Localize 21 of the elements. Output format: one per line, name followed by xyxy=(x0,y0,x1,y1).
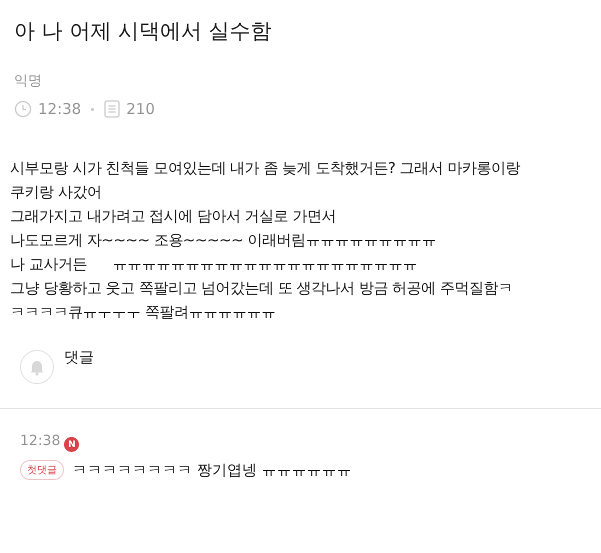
post-text-line: ㅋㅋㅋㅋ큐ㅠㅜㅜㅜ 쪽팔려ㅠㅠㅠㅠㅠㅠ xyxy=(10,302,276,323)
comment-text: ㅋㅋㅋㅋㅋㅋㅋㅋ 짱기엽넹 ㅠㅠㅠㅠㅠㅠ xyxy=(72,460,352,480)
post-text-line: 쿠키랑 사갔어 xyxy=(10,182,102,203)
post-time: 12:38 xyxy=(38,100,82,118)
clock-icon xyxy=(14,100,32,118)
post-text-line: 나도모르게 자~~~~ 조용~~~~~ 이래버림ㅠㅠㅠㅠㅠㅠㅠㅠㅠ xyxy=(10,230,437,251)
post-title: 아 나 어제 시댁에서 실수함 xyxy=(14,18,273,45)
first-comment-tag: 첫댓글 xyxy=(20,460,64,480)
new-badge: N xyxy=(64,437,80,452)
post-text-line: 나 교사거든 ㅠㅠㅠㅠㅠㅠㅠㅠㅠㅠㅠㅠㅠㅠㅠㅠㅠㅠㅠㅠㅠ xyxy=(10,254,418,275)
post-text-line: 시부모랑 시가 친척들 모여있는데 내가 좀 늦게 도착했거든? 그래서 마카롱이랑 xyxy=(10,158,522,179)
post-text-line: 그냥 당황하고 웃고 쪽팔리고 넘어갔는데 또 생각나서 방금 허공에 주먹질함ㅋ xyxy=(10,278,514,299)
post-text-line: 그래가지고 내가려고 접시에 담아서 거실로 가면서 xyxy=(10,206,337,227)
document-icon xyxy=(104,100,120,118)
author-name: 익명 xyxy=(14,72,43,90)
separator-dot xyxy=(91,108,94,110)
comments-heading: 댓글 xyxy=(64,348,94,367)
bell-icon xyxy=(29,358,45,376)
notification-button[interactable] xyxy=(20,350,54,384)
view-count: 210 xyxy=(126,100,155,118)
comment-time: 12:38 xyxy=(20,432,60,448)
